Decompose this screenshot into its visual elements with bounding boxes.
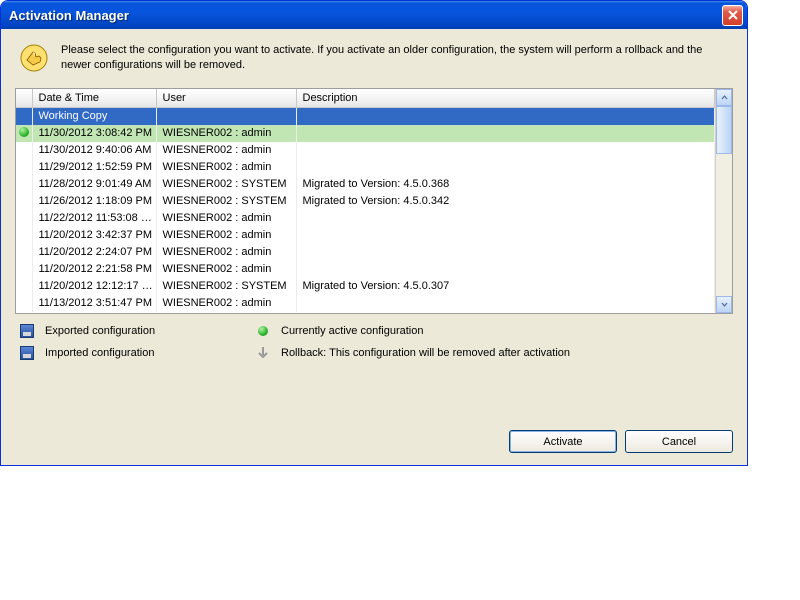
- activate-button[interactable]: Activate: [509, 430, 617, 453]
- vertical-scrollbar[interactable]: [715, 89, 732, 313]
- datetime-cell: 11/20/2012 3:42:37 PM: [32, 227, 156, 244]
- description-cell: [296, 108, 715, 125]
- description-cell: [296, 142, 715, 159]
- table-row[interactable]: 11/30/2012 9:40:06 AMWIESNER002 : admin: [16, 142, 715, 159]
- datetime-cell: 11/20/2012 2:24:07 PM: [32, 244, 156, 261]
- datetime-cell: 11/29/2012 1:52:59 PM: [32, 159, 156, 176]
- table-row[interactable]: 11/20/2012 2:24:07 PMWIESNER002 : admin: [16, 244, 715, 261]
- description-cell: Migrated to Version: 4.5.0.342: [296, 193, 715, 210]
- content-area: Please select the configuration you want…: [1, 29, 747, 465]
- scroll-down-button[interactable]: [716, 296, 732, 313]
- status-cell: [16, 142, 32, 159]
- table-row[interactable]: 11/26/2012 1:18:09 PMWIESNER002 : SYSTEM…: [16, 193, 715, 210]
- status-cell: [16, 295, 32, 312]
- scroll-up-button[interactable]: [716, 89, 732, 106]
- button-row: Activate Cancel: [15, 422, 733, 453]
- user-cell: WIESNER002 : SYSTEM: [156, 176, 296, 193]
- description-cell: Migrated to Version: 4.5.0.307: [296, 278, 715, 295]
- table-row[interactable]: 11/20/2012 2:21:58 PMWIESNER002 : admin: [16, 261, 715, 278]
- user-cell: WIESNER002 : admin: [156, 227, 296, 244]
- legend-active-label: Currently active configuration: [281, 325, 729, 337]
- status-cell: [16, 244, 32, 261]
- user-cell: WIESNER002 : SYSTEM: [156, 278, 296, 295]
- titlebar: Activation Manager: [1, 1, 747, 29]
- user-cell: WIESNER002 : admin: [156, 142, 296, 159]
- table-header-row: Date & Time User Description: [16, 89, 715, 108]
- status-cell: [16, 210, 32, 227]
- legend: Exported configuration Currently active …: [15, 314, 733, 364]
- scroll-thumb[interactable]: [716, 106, 732, 154]
- status-cell: [16, 227, 32, 244]
- table-row[interactable]: Working Copy: [16, 108, 715, 125]
- description-cell: [296, 159, 715, 176]
- datetime-cell: 11/13/2012 3:51:47 PM: [32, 295, 156, 312]
- legend-exported-label: Exported configuration: [45, 325, 245, 337]
- disk-export-icon: [19, 324, 35, 338]
- table-row[interactable]: 11/20/2012 12:12:17 …WIESNER002 : SYSTEM…: [16, 278, 715, 295]
- active-dot-icon: [255, 326, 271, 336]
- table-row[interactable]: 11/30/2012 3:08:42 PMWIESNER002 : admin: [16, 125, 715, 142]
- description-cell: [296, 210, 715, 227]
- chevron-down-icon: [721, 301, 728, 308]
- cancel-button[interactable]: Cancel: [625, 430, 733, 453]
- datetime-cell: 11/26/2012 1:18:09 PM: [32, 193, 156, 210]
- config-table-container: Date & Time User Description Working Cop…: [15, 88, 733, 314]
- datetime-cell: 11/28/2012 9:01:49 AM: [32, 176, 156, 193]
- disk-import-icon: [19, 346, 35, 360]
- user-cell: WIESNER002 : admin: [156, 125, 296, 142]
- description-cell: [296, 244, 715, 261]
- datetime-cell: 11/20/2012 2:21:58 PM: [32, 261, 156, 278]
- user-cell: [156, 108, 296, 125]
- status-cell: [16, 108, 32, 125]
- user-cell: WIESNER002 : SYSTEM: [156, 193, 296, 210]
- datetime-cell: Working Copy: [32, 108, 156, 125]
- status-cell: [16, 193, 32, 210]
- chevron-up-icon: [721, 94, 728, 101]
- window-title: Activation Manager: [9, 8, 722, 23]
- col-header-status[interactable]: [16, 89, 32, 108]
- status-cell: [16, 159, 32, 176]
- user-cell: WIESNER002 : admin: [156, 159, 296, 176]
- pointing-hand-icon: [19, 43, 49, 76]
- user-cell: WIESNER002 : admin: [156, 295, 296, 312]
- status-cell: [16, 278, 32, 295]
- col-header-datetime[interactable]: Date & Time: [32, 89, 156, 108]
- datetime-cell: 11/20/2012 12:12:17 …: [32, 278, 156, 295]
- datetime-cell: 11/30/2012 3:08:42 PM: [32, 125, 156, 142]
- datetime-cell: 11/30/2012 9:40:06 AM: [32, 142, 156, 159]
- activation-manager-window: Activation Manager Please select the con…: [0, 0, 748, 466]
- status-cell: [16, 261, 32, 278]
- config-table[interactable]: Date & Time User Description Working Cop…: [16, 89, 715, 312]
- status-cell: [16, 176, 32, 193]
- user-cell: WIESNER002 : admin: [156, 244, 296, 261]
- info-row: Please select the configuration you want…: [15, 39, 733, 88]
- status-cell: [16, 125, 32, 142]
- legend-imported-label: Imported configuration: [45, 347, 245, 359]
- table-row[interactable]: 11/28/2012 9:01:49 AMWIESNER002 : SYSTEM…: [16, 176, 715, 193]
- table-row[interactable]: 11/22/2012 11:53:08 …WIESNER002 : admin: [16, 210, 715, 227]
- table-row[interactable]: 11/13/2012 3:51:47 PMWIESNER002 : admin: [16, 295, 715, 312]
- legend-rollback-label: Rollback: This configuration will be rem…: [281, 347, 729, 359]
- rollback-arrow-icon: [255, 346, 271, 360]
- description-cell: [296, 295, 715, 312]
- col-header-description[interactable]: Description: [296, 89, 715, 108]
- datetime-cell: 11/22/2012 11:53:08 …: [32, 210, 156, 227]
- description-cell: [296, 261, 715, 278]
- description-cell: [296, 125, 715, 142]
- col-header-user[interactable]: User: [156, 89, 296, 108]
- user-cell: WIESNER002 : admin: [156, 261, 296, 278]
- table-row[interactable]: 11/29/2012 1:52:59 PMWIESNER002 : admin: [16, 159, 715, 176]
- user-cell: WIESNER002 : admin: [156, 210, 296, 227]
- close-button[interactable]: [722, 5, 743, 26]
- close-icon: [728, 10, 738, 20]
- table-row[interactable]: 11/20/2012 3:42:37 PMWIESNER002 : admin: [16, 227, 715, 244]
- active-indicator-icon: [19, 127, 29, 137]
- description-cell: Migrated to Version: 4.5.0.368: [296, 176, 715, 193]
- info-text: Please select the configuration you want…: [61, 43, 733, 73]
- scroll-track[interactable]: [716, 106, 732, 296]
- description-cell: [296, 227, 715, 244]
